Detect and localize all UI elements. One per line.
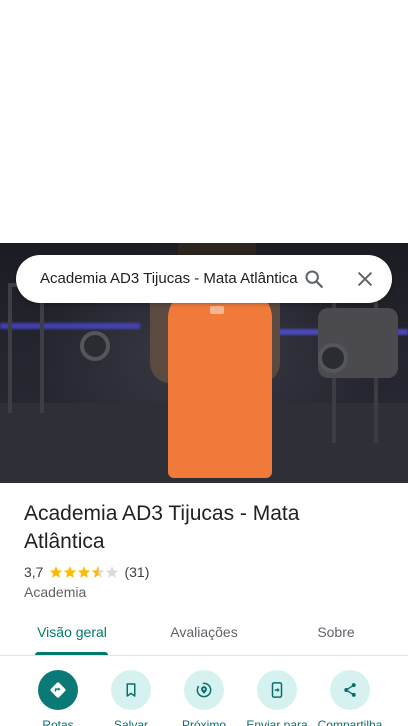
- place-title-line2: Atlântica: [24, 530, 105, 553]
- tab-reviews[interactable]: Avaliações: [152, 612, 256, 654]
- search-button[interactable]: [294, 259, 334, 299]
- directions-button-circle: [38, 670, 78, 710]
- share-label: Compartilha: [317, 718, 383, 726]
- photo-weight-plate: [318, 343, 348, 373]
- place-title: Academia AD3 Tijucas - Mata Atlântica: [24, 500, 384, 556]
- close-icon: [358, 272, 372, 286]
- nearby-label: Próximo: [181, 718, 226, 726]
- send-to-phone-label: Enviar para: [246, 718, 308, 726]
- search-input[interactable]: Academia AD3 Tijucas - Mata Atlântica: [40, 255, 304, 303]
- directions-label: Rotas: [42, 718, 74, 726]
- save-button[interactable]: Salvar: [91, 668, 171, 726]
- tab-overview[interactable]: Visão geral: [20, 612, 124, 654]
- half-star-icon: [92, 566, 105, 578]
- search-bar: Academia AD3 Tijucas - Mata Atlântica: [16, 255, 392, 303]
- bookmark-icon: [126, 683, 136, 697]
- directions-icon: [50, 682, 66, 698]
- action-bar: Rotas Salvar Próximo Enviar para Compart…: [0, 668, 408, 726]
- tab-about[interactable]: Sobre: [296, 612, 376, 654]
- star-icon: [78, 566, 91, 578]
- directions-button[interactable]: Rotas: [18, 668, 98, 726]
- clear-search-button[interactable]: [345, 259, 385, 299]
- share-button-circle: [330, 670, 370, 710]
- empty-star-icon: [106, 566, 119, 578]
- share-icon: [344, 683, 356, 697]
- share-button[interactable]: Compartilha: [310, 668, 390, 726]
- rating-stars: [49, 565, 119, 579]
- rating-value: 3,7: [24, 564, 44, 580]
- save-button-circle: [111, 670, 151, 710]
- nearby-button[interactable]: Próximo: [164, 668, 244, 726]
- place-category: Academia: [24, 584, 87, 600]
- search-icon: [305, 270, 323, 288]
- review-count: (31): [124, 564, 150, 580]
- nearby-icon: [196, 682, 212, 698]
- save-label: Salvar: [113, 718, 148, 726]
- photo-person-tank-top: [168, 288, 272, 478]
- selected-tab-indicator: [35, 652, 108, 655]
- send-to-phone-icon: [271, 682, 283, 698]
- send-to-phone-button-circle: [257, 670, 297, 710]
- place-title-line1: Academia AD3 Tijucas - Mata: [24, 502, 300, 525]
- star-icon: [64, 566, 77, 578]
- place-tabs: Visão geral Avaliações Sobre: [0, 612, 408, 656]
- star-icon: [50, 566, 63, 578]
- blank-header-area: [0, 0, 408, 243]
- nearby-button-circle: [184, 670, 224, 710]
- photo-weight-plate: [80, 331, 110, 361]
- send-to-phone-button[interactable]: Enviar para: [237, 668, 317, 726]
- rating-row[interactable]: 3,7 (31): [24, 563, 149, 581]
